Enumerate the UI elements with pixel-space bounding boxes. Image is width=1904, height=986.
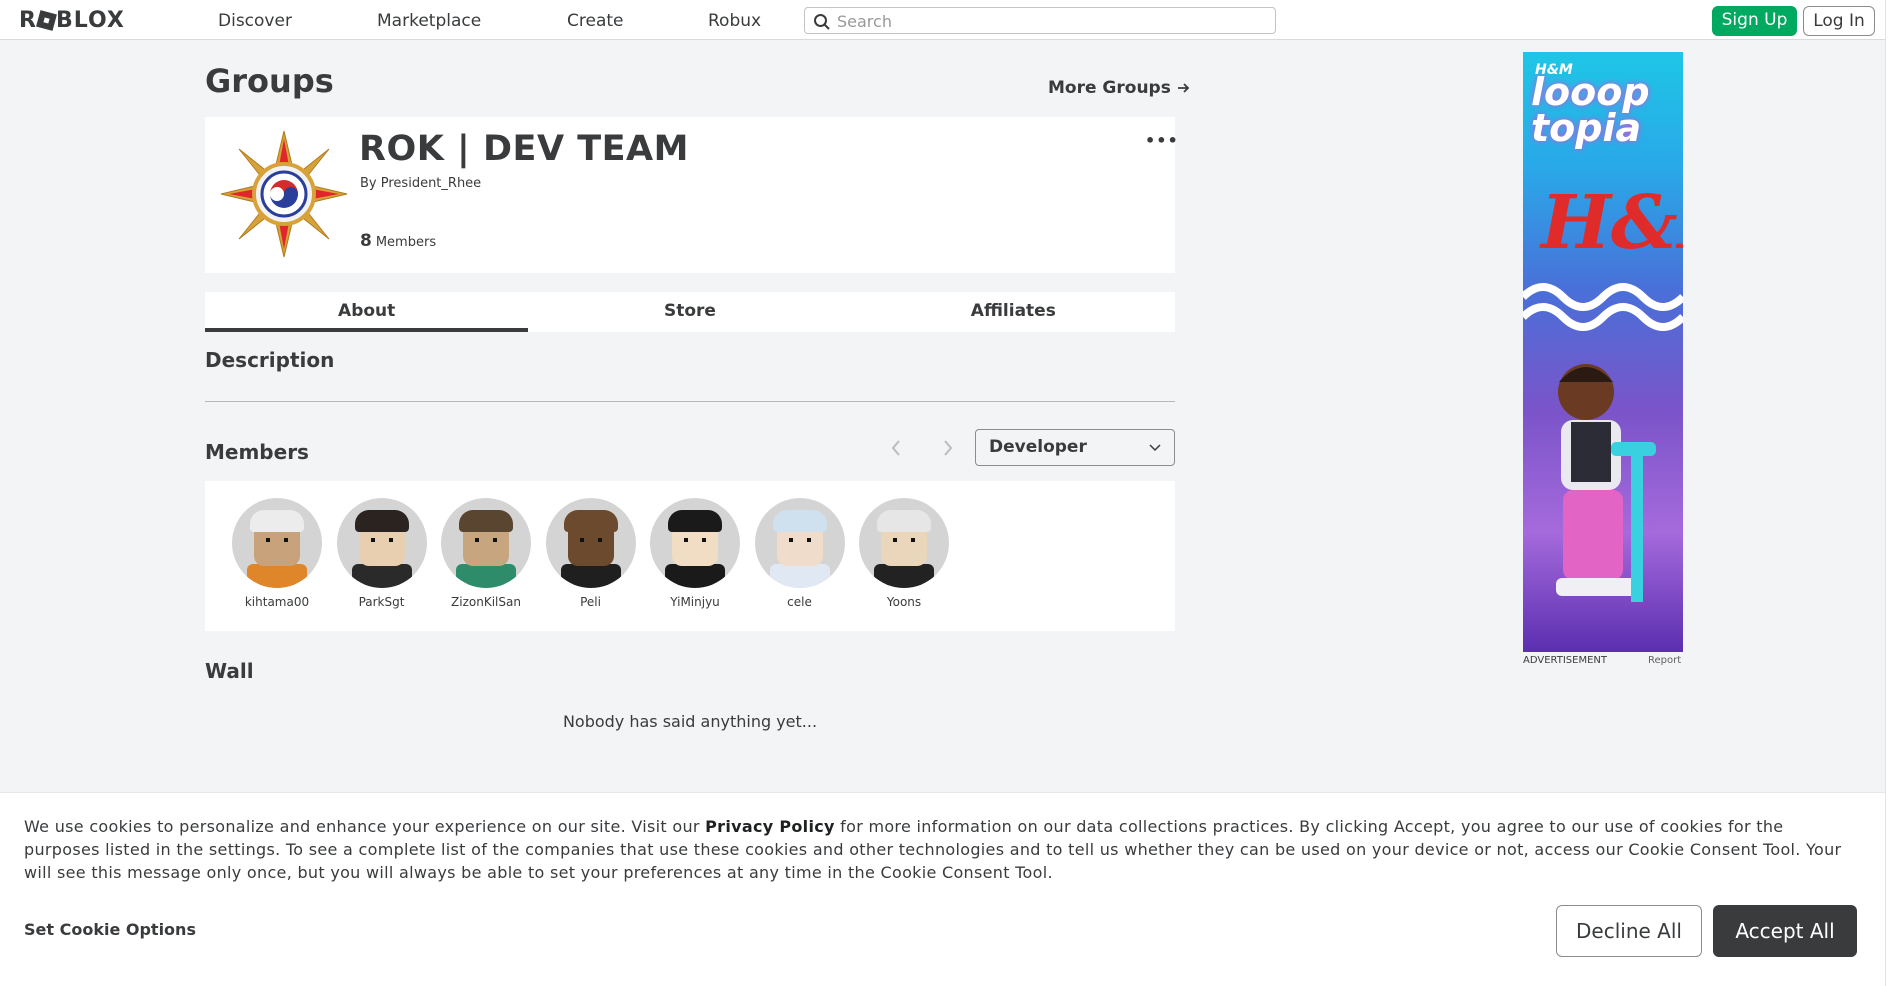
roblox-logo[interactable]: R BLOX [19, 8, 125, 33]
nav-robux[interactable]: Robux [708, 11, 761, 31]
owner-link[interactable]: President_Rhee [381, 176, 481, 191]
member-count-value: 8 [360, 231, 372, 251]
nav-create[interactable]: Create [567, 11, 624, 31]
avatar[interactable] [545, 498, 636, 588]
search-icon [814, 14, 830, 30]
member-name[interactable]: cele [748, 595, 852, 609]
role-dropdown[interactable]: Developer [975, 429, 1175, 466]
member-name[interactable]: Peli [539, 595, 643, 609]
member-card[interactable]: ParkSgt [330, 498, 434, 609]
wall-heading: Wall [205, 659, 254, 683]
ad-headline: looop topia [1531, 70, 1650, 150]
group-tabs: About Store Affiliates [205, 292, 1175, 332]
avatar[interactable] [441, 498, 531, 588]
accept-all-button[interactable]: Accept All [1713, 905, 1857, 957]
member-count: 8 Members [360, 231, 436, 251]
member-card[interactable]: Peli [539, 498, 643, 609]
tab-store[interactable]: Store [528, 292, 851, 332]
sign-up-button[interactable]: Sign Up [1712, 6, 1797, 36]
avatar[interactable] [232, 498, 322, 588]
cookie-consent-banner: We use cookies to personalize and enhanc… [0, 792, 1885, 986]
top-navigation: R BLOX Discover Marketplace Create Robux … [0, 0, 1885, 40]
tab-affiliates[interactable]: Affiliates [852, 292, 1175, 332]
member-count-label: Members [375, 235, 437, 250]
page-scrollbar[interactable] [1885, 0, 1904, 986]
chevron-down-icon [1149, 444, 1161, 452]
member-card[interactable]: Yoons [852, 498, 956, 609]
more-groups-label: More Groups [1048, 78, 1171, 98]
group-header-card: ROK | DEV TEAM By President_Rhee 8 Member… [205, 117, 1178, 273]
group-menu-button[interactable]: ••• [1145, 131, 1179, 150]
avatar[interactable] [754, 498, 845, 588]
member-name[interactable]: YiMinjyu [643, 595, 747, 609]
member-card[interactable]: kihtama00 [225, 498, 329, 609]
member-card[interactable]: ZizonKilSan [434, 498, 538, 609]
privacy-policy-link[interactable]: Privacy Policy [705, 817, 835, 836]
nav-marketplace[interactable]: Marketplace [377, 11, 481, 31]
group-name: ROK | DEV TEAM [359, 129, 689, 169]
ad-report-link[interactable]: Report [1648, 655, 1681, 666]
tab-about[interactable]: About [205, 292, 529, 332]
ad-character-image [1556, 364, 1656, 602]
avatar[interactable] [650, 498, 740, 588]
avatar[interactable] [336, 498, 427, 588]
decline-all-button[interactable]: Decline All [1556, 905, 1702, 957]
divider [205, 401, 1175, 402]
member-name[interactable]: ParkSgt [330, 595, 434, 609]
member-card[interactable]: cele [748, 498, 852, 609]
search-box [804, 7, 1276, 34]
member-name[interactable]: ZizonKilSan [434, 595, 538, 609]
member-name[interactable]: Yoons [852, 595, 956, 609]
page-title: Groups [205, 62, 334, 100]
wall-empty-message: Nobody has said anything yet... [562, 712, 818, 731]
member-name[interactable]: kihtama00 [225, 595, 329, 609]
group-emblem-image [220, 130, 348, 258]
group-owner: By President_Rhee [360, 176, 481, 191]
log-in-button[interactable]: Log In [1803, 6, 1875, 36]
cookie-message: We use cookies to personalize and enhanc… [24, 815, 1854, 884]
advertisement-label: ADVERTISEMENT [1523, 655, 1608, 666]
description-heading: Description [205, 348, 335, 372]
role-dropdown-value: Developer [989, 437, 1087, 457]
cookie-text-before: We use cookies to personalize and enhanc… [24, 817, 706, 836]
arrow-right-icon [1177, 83, 1190, 93]
members-panel: kihtama00 ParkSgt ZizonKilSan Peli YiMinjyu c… [205, 481, 1175, 631]
ad-brand-logo: H&M [1541, 180, 1683, 266]
chevron-right-icon[interactable] [942, 439, 954, 457]
advertisement-banner[interactable]: H&M looop topia H&M [1523, 52, 1683, 652]
more-groups-link[interactable]: More Groups [1048, 78, 1190, 98]
chevron-left-icon[interactable] [890, 439, 902, 457]
nav-discover[interactable]: Discover [218, 11, 292, 31]
member-card[interactable]: YiMinjyu [643, 498, 747, 609]
members-heading: Members [205, 440, 309, 464]
set-cookie-options-link[interactable]: Set Cookie Options [24, 920, 196, 939]
by-label: By [360, 176, 377, 191]
ad-wave-graphic [1523, 283, 1683, 331]
avatar[interactable] [859, 498, 949, 588]
search-input[interactable] [837, 10, 1257, 32]
